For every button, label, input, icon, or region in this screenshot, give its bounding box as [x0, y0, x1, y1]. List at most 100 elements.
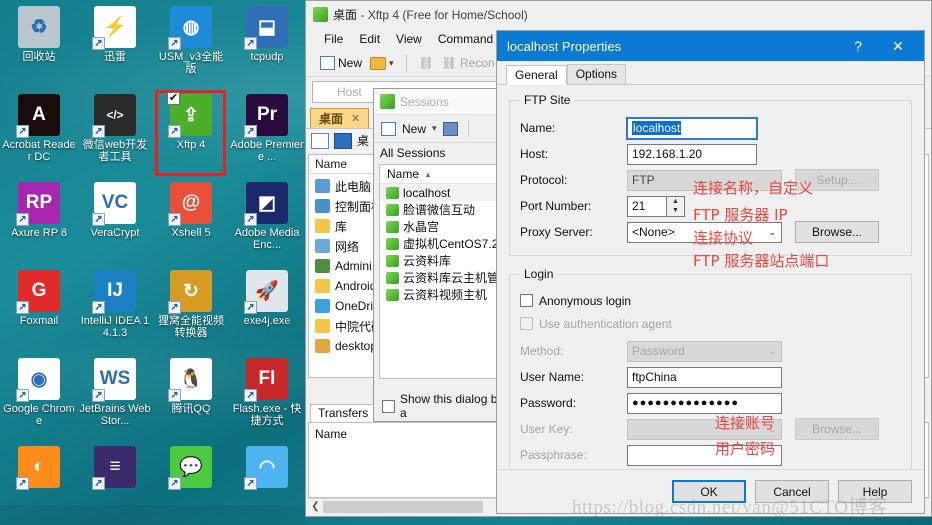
session-list-item[interactable]: 虚拟机CentOS7.2 — [380, 235, 510, 252]
host-input-field[interactable]: 192.168.1.20 — [627, 143, 757, 165]
sessions-title-bar: Sessions — [374, 89, 515, 115]
desktop-icon-eclipse-icon[interactable]: ≡ ↗ — [77, 442, 153, 525]
chevron-down-icon[interactable]: ⌄ — [768, 227, 776, 238]
desktop-icon-exe4j-icon[interactable]: 🚀 ↗ exe4j.exe — [229, 266, 305, 354]
desktop-icon-acrobat-icon[interactable]: A ↗ Acrobat Reader DC — [1, 90, 77, 178]
tab-options[interactable]: Options — [566, 64, 627, 84]
open-folder-button[interactable]: ▾ — [370, 56, 394, 70]
scrollbar-thumb[interactable] — [323, 500, 483, 513]
menu-item-view[interactable]: View — [396, 32, 422, 46]
tab-transfers[interactable]: Transfers — [310, 404, 377, 422]
scroll-left-icon[interactable]: ❮ — [308, 501, 323, 512]
port-stepper[interactable]: ▲ ▼ — [667, 195, 685, 217]
desktop-icon-recycle-bin-icon[interactable]: ♻ 回收站 — [1, 2, 77, 90]
desktop-icon-premiere-icon[interactable]: Pr ↗ Adobe Premiere ... — [229, 90, 305, 178]
username-row: User Name: ftpChina — [520, 364, 901, 390]
sessions-toolbar[interactable]: New ▾ — [374, 115, 515, 143]
setup-button[interactable]: Setup... — [795, 169, 879, 191]
desktop-icon-tcpudp-icon[interactable]: ⬓ ↗ tcpudp — [229, 2, 305, 90]
tab-close-icon[interactable]: ✕ — [351, 112, 360, 125]
copy-session-icon[interactable] — [442, 121, 458, 136]
protocol-select[interactable]: FTP — [627, 169, 782, 191]
sessions-new-label[interactable]: New — [402, 122, 426, 136]
menu-item-edit[interactable]: Edit — [359, 32, 380, 46]
shortcut-arrow-icon: ↗ — [168, 477, 181, 490]
xftp-session-icon — [386, 203, 399, 216]
sessions-window[interactable]: Sessions New ▾ All Sessions Name ▲ local… — [373, 88, 516, 422]
desktop-icon-aliwangwang-icon[interactable]: ◠ ↗ — [229, 442, 305, 525]
desktop-icon-axure-icon[interactable]: RP ↗ Axure RP 8 — [1, 178, 77, 266]
session-list-item[interactable]: 水晶宫 — [380, 218, 510, 235]
chevron-down-icon[interactable]: ▾ — [432, 123, 437, 134]
desktop-icon-thunder-icon[interactable]: ⚡ ↗ 迅雷 — [77, 2, 153, 90]
xftp-session-icon — [386, 237, 399, 250]
ftp-site-legend: FTP Site — [524, 93, 571, 107]
menu-item-command[interactable]: Command — [438, 32, 493, 46]
desktop-icon-usm-icon[interactable]: ◍ ↗ USM_v3全能版 — [153, 2, 229, 90]
sessions-footer[interactable]: Show this dialog box a — [374, 391, 515, 421]
localhost-properties-dialog[interactable]: localhost Properties ? ✕ General Options… — [496, 30, 925, 514]
desktop-icon-foxmail-icon[interactable]: G ↗ Foxmail — [1, 266, 77, 354]
stepper-up-icon[interactable]: ▲ — [667, 197, 684, 207]
desktop-icon-xshell-icon[interactable]: @ ↗ Xshell 5 — [153, 178, 229, 266]
desktop-icon-qq-icon[interactable]: 🐧 ↗ 腾讯QQ — [153, 354, 229, 442]
tree-view-icon[interactable] — [311, 132, 329, 149]
desktop-icon-flash-icon[interactable]: Fl ↗ Flash.exe - 快捷方式 — [229, 354, 305, 442]
port-input[interactable]: 21 — [627, 195, 667, 217]
desktop-icon-firefox-icon[interactable]: ◐ ↗ — [1, 442, 77, 525]
auth-agent-label: Use authentication agent — [539, 316, 672, 331]
tab-general[interactable]: General — [506, 65, 567, 85]
chevron-down-icon[interactable]: ▾ — [389, 58, 394, 69]
session-list-item[interactable]: 脸谱微信互动 — [380, 201, 510, 218]
anonymous-login-row[interactable]: Anonymous login — [520, 289, 901, 312]
proxy-browse-button[interactable]: Browse... — [795, 221, 879, 243]
auth-agent-row: Use authentication agent — [520, 312, 901, 335]
webstorm-icon: WS ↗ — [92, 358, 136, 402]
menu-item-file[interactable]: File — [324, 32, 343, 46]
list-item-label: 库 — [335, 219, 348, 234]
sort-ascending-icon[interactable]: ▲ — [424, 170, 432, 179]
disconnect-button[interactable]: ⛓ — [419, 56, 434, 70]
network-icon — [315, 239, 330, 253]
reconnect-button[interactable]: ⛓ Recon — [442, 56, 495, 70]
desktop-icon-veracrypt-icon[interactable]: VC ↗ VeraCrypt — [77, 178, 153, 266]
sessions-column-header[interactable]: Name ▲ — [380, 165, 510, 184]
name-input[interactable]: localhost — [626, 116, 758, 140]
desktop-icon-xftp-icon[interactable]: ⇪ ↗ Xftp 4 ✔ — [153, 90, 229, 178]
desktop-icon-webstorm-icon[interactable]: WS ↗ JetBrains WebStor... — [77, 354, 153, 442]
proxy-select[interactable]: <None> ⌄ — [627, 221, 782, 243]
close-icon[interactable]: ✕ — [878, 32, 918, 60]
new-session-button[interactable]: New — [320, 56, 362, 70]
desktop-icon-media-encoder-icon[interactable]: ◩ ↗ Adobe Media Enc... — [229, 178, 305, 266]
xftp-session-icon — [386, 254, 399, 267]
new-session-icon[interactable] — [381, 121, 396, 136]
help-icon[interactable]: ? — [838, 32, 878, 60]
password-input[interactable]: ●●●●●●●●●●●●●● — [627, 392, 782, 414]
username-input[interactable]: ftpChina — [627, 366, 782, 388]
session-list-item[interactable]: 云资料库 — [380, 252, 510, 269]
new-document-icon — [320, 56, 335, 70]
desktop-icon-wechat-devtools-icon[interactable]: </> ↗ 微信web开发者工具 — [77, 90, 153, 178]
ok-button[interactable]: OK — [672, 480, 746, 503]
icon-selection-checkbox[interactable]: ✔ — [167, 92, 180, 105]
desktop-path-icon[interactable] — [334, 132, 352, 149]
session-list-item[interactable]: 云资料视频主机 — [380, 286, 510, 303]
shortcut-arrow-icon: ↗ — [168, 213, 181, 226]
desktop-icon-intellij-icon[interactable]: IJ ↗ IntelliJ IDEA 14.1.3 — [77, 266, 153, 354]
reconnect-label: Recon — [460, 56, 495, 70]
desktop-icon-wechat-icon[interactable]: 💬 ↗ — [153, 442, 229, 525]
dialog-title-bar[interactable]: localhost Properties ? ✕ — [497, 31, 924, 61]
stepper-down-icon[interactable]: ▼ — [667, 206, 684, 216]
show-dialog-checkbox[interactable] — [382, 399, 395, 413]
toolbar-separator — [467, 120, 469, 137]
dialog-tab-strip[interactable]: General Options — [497, 61, 924, 85]
sessions-list[interactable]: Name ▲ localhost 脸谱微信互动 水晶宫 虚拟机CentOS7.2 云资料… — [379, 164, 511, 379]
desktop-icon-video-converter-icon[interactable]: ↻ ↗ 狸窝全能视频转换器 — [153, 266, 229, 354]
anonymous-login-checkbox[interactable] — [520, 294, 533, 307]
session-list-item[interactable]: localhost — [380, 184, 510, 201]
tab-desktop[interactable]: 桌面 ✕ — [310, 108, 370, 128]
desktop-icon-chrome-icon[interactable]: ◉ ↗ Google Chrome — [1, 354, 77, 442]
cancel-button[interactable]: Cancel — [755, 480, 829, 503]
help-button[interactable]: Help — [838, 480, 912, 503]
session-list-item[interactable]: 云资料库云主机管 — [380, 269, 510, 286]
